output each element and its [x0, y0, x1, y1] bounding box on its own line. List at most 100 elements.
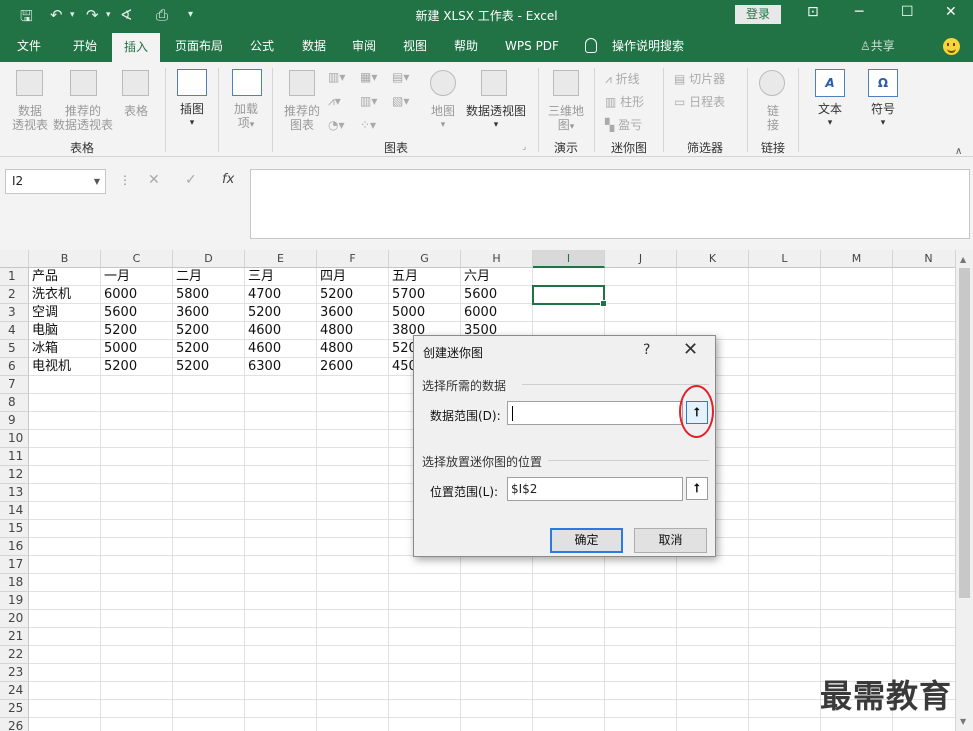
cancel-button[interactable]: 取消 [634, 528, 707, 553]
tab-file[interactable]: 文件 [10, 30, 48, 62]
vertical-scrollbar[interactable]: ▲ ▼ [955, 250, 973, 731]
table-cell[interactable]: 3600 [317, 304, 389, 322]
column-header[interactable]: M [821, 250, 893, 268]
insert-function-icon[interactable]: fx [222, 172, 234, 187]
combo-chart-icon[interactable]: ▧▾ [392, 94, 409, 108]
row-header[interactable]: 10 [0, 430, 29, 448]
column-header[interactable]: C [101, 250, 173, 268]
minimize-icon[interactable]: ─ [855, 4, 863, 20]
column-header[interactable]: J [605, 250, 677, 268]
sparkline-line-button[interactable]: ⩘ 折线 [605, 70, 640, 87]
row-header[interactable]: 17 [0, 556, 29, 574]
table-cell[interactable]: 5200 [317, 286, 389, 304]
table-cell[interactable]: 3600 [173, 304, 245, 322]
help-icon[interactable]: ? [643, 342, 650, 358]
table-cell[interactable]: 5600 [461, 286, 533, 304]
tab-help[interactable]: 帮助 [446, 30, 486, 62]
illustrations-button[interactable]: 插图 ▾ [172, 102, 212, 130]
tab-view[interactable]: 视图 [396, 30, 434, 62]
table-cell[interactable]: 5700 [389, 286, 461, 304]
row-header[interactable]: 7 [0, 376, 29, 394]
column-header[interactable]: L [749, 250, 821, 268]
row-header[interactable]: 23 [0, 664, 29, 682]
waterfall-chart-icon[interactable]: ▤▾ [392, 70, 409, 84]
hierarchy-chart-icon[interactable]: ▦▾ [360, 70, 377, 84]
table-cell[interactable]: 电脑 [29, 322, 101, 340]
column-header[interactable]: I [533, 250, 605, 268]
line-chart-icon[interactable]: ⩘▾ [328, 94, 341, 109]
sparkline-winloss-button[interactable]: ▚ 盈亏 [605, 116, 642, 133]
map-button[interactable]: 地图 ▾ [426, 104, 460, 132]
row-header[interactable]: 18 [0, 574, 29, 592]
table-cell[interactable]: 洗衣机 [29, 286, 101, 304]
data-range-input[interactable] [507, 401, 683, 425]
timeline-button[interactable]: ▭ 日程表 [674, 93, 725, 110]
row-header[interactable]: 24 [0, 682, 29, 700]
row-header[interactable]: 15 [0, 520, 29, 538]
slicer-button[interactable]: ▤ 切片器 [674, 70, 725, 87]
table-cell[interactable]: 五月 [389, 268, 461, 286]
row-header[interactable]: 11 [0, 448, 29, 466]
table-cell[interactable]: 六月 [461, 268, 533, 286]
close-window-icon[interactable]: ✕ [945, 4, 957, 20]
scroll-up-icon[interactable]: ▲ [960, 255, 966, 264]
table-cell[interactable]: 4800 [317, 322, 389, 340]
tell-me-search[interactable]: 操作说明搜索 [606, 30, 690, 62]
tab-review[interactable]: 审阅 [344, 30, 384, 62]
table-cell[interactable]: 5000 [389, 304, 461, 322]
collapse-ribbon-icon[interactable]: ∧ [955, 146, 962, 157]
table-cell[interactable]: 6000 [461, 304, 533, 322]
table-cell[interactable]: 4600 [245, 322, 317, 340]
table-button[interactable]: 表格 [116, 104, 156, 118]
location-range-collapse-button[interactable]: ⭡ [686, 477, 708, 500]
table-cell[interactable]: 冰箱 [29, 340, 101, 358]
column-header[interactable]: H [461, 250, 533, 268]
row-header[interactable]: 20 [0, 610, 29, 628]
3d-map-button[interactable]: 三维地 图▾ [544, 104, 588, 134]
tab-insert[interactable]: 插入 [112, 33, 160, 62]
table-cell[interactable]: 5000 [101, 340, 173, 358]
row-header[interactable]: 1 [0, 268, 29, 286]
dialog-launcher-icon[interactable]: ⌟ [522, 142, 526, 152]
column-header[interactable]: B [29, 250, 101, 268]
table-cell[interactable]: 产品 [29, 268, 101, 286]
table-cell[interactable]: 5200 [173, 358, 245, 376]
table-cell[interactable]: 4600 [245, 340, 317, 358]
table-cell[interactable]: 电视机 [29, 358, 101, 376]
link-button[interactable]: 链 接 [756, 104, 790, 132]
recommended-charts-button[interactable]: 推荐的 图表 [280, 104, 324, 132]
table-cell[interactable]: 5200 [101, 322, 173, 340]
row-header[interactable]: 16 [0, 538, 29, 556]
scroll-down-icon[interactable]: ▼ [960, 717, 966, 726]
row-header[interactable]: 26 [0, 718, 29, 731]
row-header[interactable]: 12 [0, 466, 29, 484]
location-range-input[interactable]: $I$2 [507, 477, 683, 501]
close-icon[interactable]: ✕ [683, 339, 698, 360]
row-header[interactable]: 9 [0, 412, 29, 430]
symbol-button[interactable]: 符号 ▾ [863, 102, 903, 130]
column-header[interactable]: G [389, 250, 461, 268]
row-header[interactable]: 4 [0, 322, 29, 340]
table-cell[interactable]: 二月 [173, 268, 245, 286]
statistic-chart-icon[interactable]: ▥▾ [360, 94, 377, 108]
table-cell[interactable]: 6300 [245, 358, 317, 376]
table-cell[interactable]: 5200 [245, 304, 317, 322]
row-header[interactable]: 3 [0, 304, 29, 322]
row-header[interactable]: 8 [0, 394, 29, 412]
select-all-corner[interactable] [0, 250, 29, 268]
table-cell[interactable]: 空调 [29, 304, 101, 322]
table-cell[interactable]: 5200 [101, 358, 173, 376]
table-cell[interactable]: 2600 [317, 358, 389, 376]
sparkline-column-button[interactable]: ▥ 柱形 [605, 93, 644, 110]
name-box[interactable]: I2 ▼ [5, 169, 106, 194]
row-header[interactable]: 25 [0, 700, 29, 718]
text-button[interactable]: 文本 ▾ [810, 102, 850, 130]
table-cell[interactable]: 6000 [101, 286, 173, 304]
table-cell[interactable]: 4800 [317, 340, 389, 358]
table-cell[interactable]: 5600 [101, 304, 173, 322]
pivot-table-button[interactable]: 数据 透视表 [8, 104, 52, 132]
column-header[interactable]: F [317, 250, 389, 268]
column-header[interactable]: N [893, 250, 955, 268]
share-button[interactable]: ♙共享 [860, 30, 895, 62]
table-cell[interactable]: 5200 [173, 322, 245, 340]
